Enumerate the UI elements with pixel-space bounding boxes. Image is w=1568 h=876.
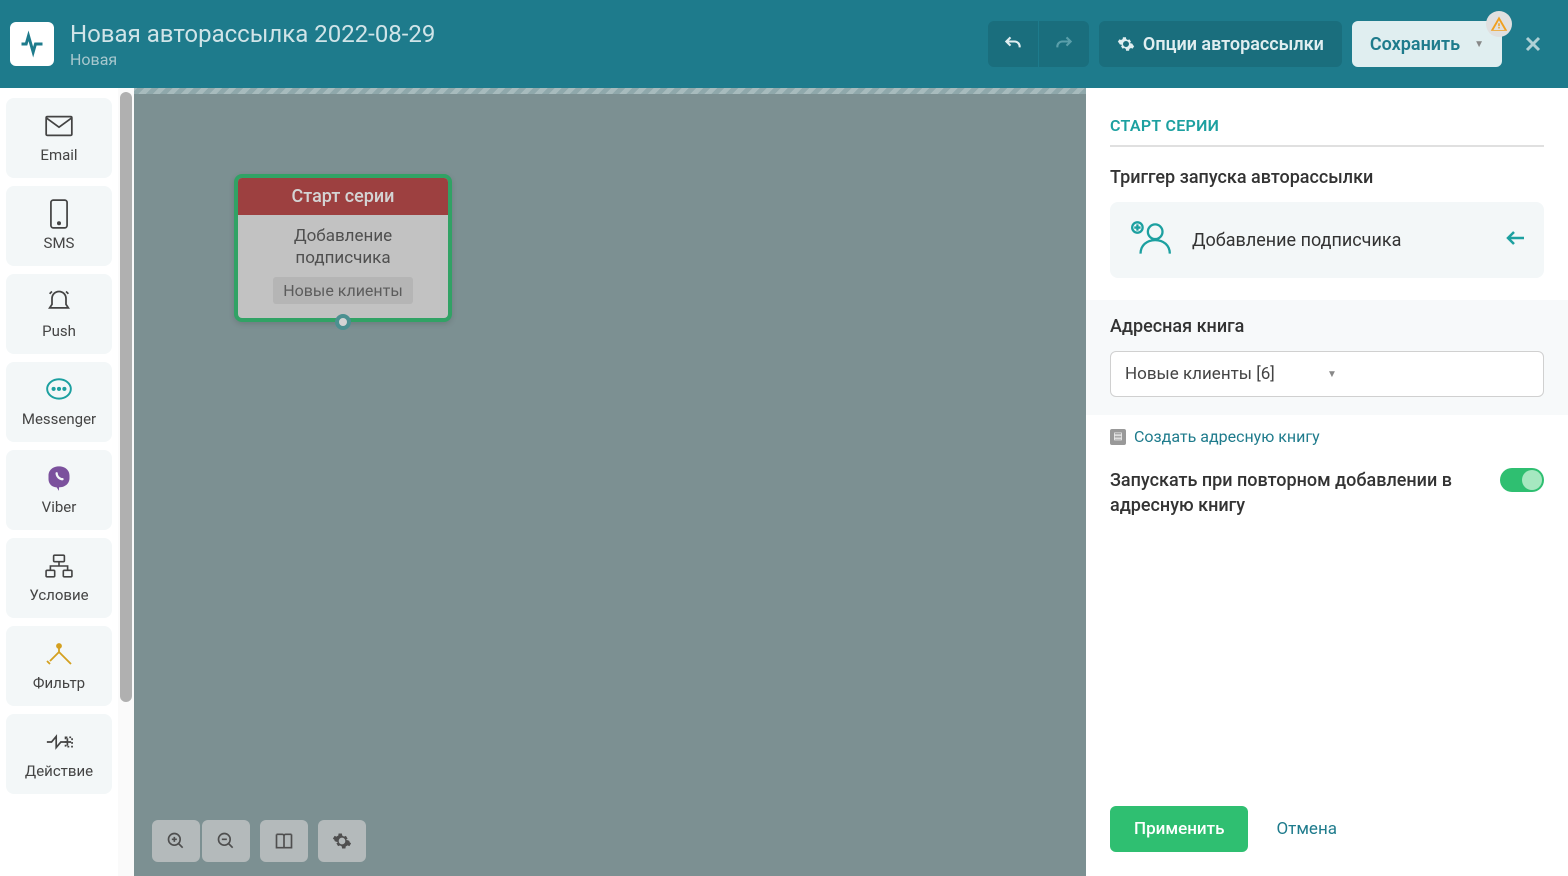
node-tag: Новые клиенты	[273, 277, 413, 304]
toggle-knob	[1522, 470, 1542, 490]
save-button[interactable]: Сохранить ▼	[1352, 21, 1502, 67]
node-output-port[interactable]	[335, 314, 351, 330]
sms-icon	[45, 200, 73, 228]
panel-footer: Применить Отмена	[1086, 788, 1568, 876]
create-link-label: Создать адресную книгу	[1134, 427, 1320, 446]
create-addressbook-link[interactable]: ▤ Создать адресную книгу	[1110, 427, 1544, 446]
filter-icon	[45, 640, 73, 668]
sidebar-item-label: Messenger	[22, 410, 96, 428]
redo-icon	[1054, 34, 1074, 54]
zoom-in-button[interactable]	[152, 820, 200, 862]
sidebar-item-action[interactable]: Действие	[6, 714, 112, 794]
properties-panel: СТАРТ СЕРИИ Триггер запуска авторассылки…	[1086, 88, 1568, 876]
flow-canvas[interactable]: Старт серии Добавление подписчика Новые …	[134, 88, 1086, 876]
sidebar-item-label: Фильтр	[33, 674, 85, 692]
page-title: Новая авторассылка 2022-08-29	[70, 20, 988, 48]
canvas-toolbar	[152, 820, 366, 862]
sidebar: Email SMS Push Messenger Viber Условие Ф…	[0, 88, 118, 876]
undo-redo-group	[988, 21, 1089, 67]
arrow-left-icon	[1506, 230, 1526, 250]
zoom-group	[152, 820, 250, 862]
addressbook-block: Адресная книга Новые клиенты [6] ▼	[1086, 300, 1568, 415]
start-node[interactable]: Старт серии Добавление подписчика Новые …	[234, 174, 452, 322]
scrollbar-thumb[interactable]	[120, 92, 132, 702]
options-label: Опции авторассылки	[1143, 34, 1324, 55]
sidebar-item-condition[interactable]: Условие	[6, 538, 112, 618]
book-icon	[274, 831, 294, 851]
push-icon	[45, 288, 73, 316]
warning-badge	[1486, 11, 1512, 37]
header-actions: Опции авторассылки Сохранить ▼	[988, 21, 1548, 67]
node-header: Старт серии	[238, 178, 448, 215]
trigger-value: Добавление подписчика	[1192, 230, 1488, 251]
overview-button[interactable]	[260, 820, 308, 862]
sidebar-scrollbar[interactable]	[118, 88, 134, 876]
sidebar-item-filter[interactable]: Фильтр	[6, 626, 112, 706]
panel-content: СТАРТ СЕРИИ Триггер запуска авторассылки…	[1086, 88, 1568, 788]
undo-icon	[1003, 34, 1023, 54]
restart-toggle-row: Запускать при повторном добавлении в адр…	[1110, 468, 1544, 518]
redo-button[interactable]	[1039, 21, 1089, 67]
node-body: Добавление подписчика Новые клиенты	[238, 215, 448, 318]
zoom-in-icon	[166, 831, 186, 851]
toggle-label: Запускать при повторном добавлении в адр…	[1110, 468, 1482, 518]
zoom-out-button[interactable]	[202, 820, 250, 862]
messenger-icon	[45, 376, 73, 404]
gear-icon	[1117, 35, 1135, 53]
condition-icon	[45, 552, 73, 580]
sidebar-item-label: Viber	[42, 498, 77, 516]
close-icon	[1521, 32, 1545, 56]
panel-title: СТАРТ СЕРИИ	[1110, 116, 1544, 147]
add-subscriber-icon	[1128, 218, 1174, 262]
zoom-out-icon	[216, 831, 236, 851]
viber-icon	[45, 464, 73, 492]
sidebar-item-label: Действие	[25, 762, 93, 780]
sidebar-item-email[interactable]: Email	[6, 98, 112, 178]
app-header: Новая авторассылка 2022-08-29 Новая Опци…	[0, 0, 1568, 88]
action-icon	[45, 728, 73, 756]
node-text: Добавление подписчика	[246, 225, 440, 269]
page-subtitle: Новая	[70, 50, 988, 69]
addressbook-select[interactable]: Новые клиенты [6] ▼	[1110, 351, 1544, 397]
sidebar-item-viber[interactable]: Viber	[6, 450, 112, 530]
title-block: Новая авторассылка 2022-08-29 Новая	[70, 20, 988, 69]
sidebar-item-sms[interactable]: SMS	[6, 186, 112, 266]
sidebar-item-label: SMS	[44, 234, 75, 252]
sidebar-item-label: Email	[40, 146, 77, 164]
email-icon	[45, 112, 73, 140]
addressbook-icon: ▤	[1110, 429, 1126, 445]
warning-icon	[1490, 15, 1508, 33]
undo-button[interactable]	[988, 21, 1038, 67]
app-logo	[10, 22, 54, 66]
body: Email SMS Push Messenger Viber Условие Ф…	[0, 88, 1568, 876]
addressbook-label: Адресная книга	[1110, 316, 1544, 337]
chevron-down-icon: ▼	[1327, 369, 1529, 380]
close-button[interactable]	[1518, 29, 1548, 59]
apply-button[interactable]: Применить	[1110, 806, 1248, 852]
restart-toggle[interactable]	[1500, 468, 1544, 492]
options-button[interactable]: Опции авторассылки	[1099, 21, 1342, 67]
sidebar-item-push[interactable]: Push	[6, 274, 112, 354]
chevron-down-icon: ▼	[1474, 39, 1484, 50]
sidebar-item-label: Push	[42, 322, 76, 340]
trigger-selector[interactable]: Добавление подписчика	[1110, 202, 1544, 278]
cancel-button[interactable]: Отмена	[1276, 819, 1337, 839]
select-value: Новые клиенты [6]	[1125, 364, 1327, 384]
save-label: Сохранить	[1370, 34, 1460, 55]
pulse-icon	[18, 30, 46, 58]
sidebar-item-messenger[interactable]: Messenger	[6, 362, 112, 442]
trigger-label: Триггер запуска авторассылки	[1110, 167, 1544, 188]
settings-button[interactable]	[318, 820, 366, 862]
sidebar-item-label: Условие	[29, 586, 88, 604]
gear-icon	[332, 831, 352, 851]
